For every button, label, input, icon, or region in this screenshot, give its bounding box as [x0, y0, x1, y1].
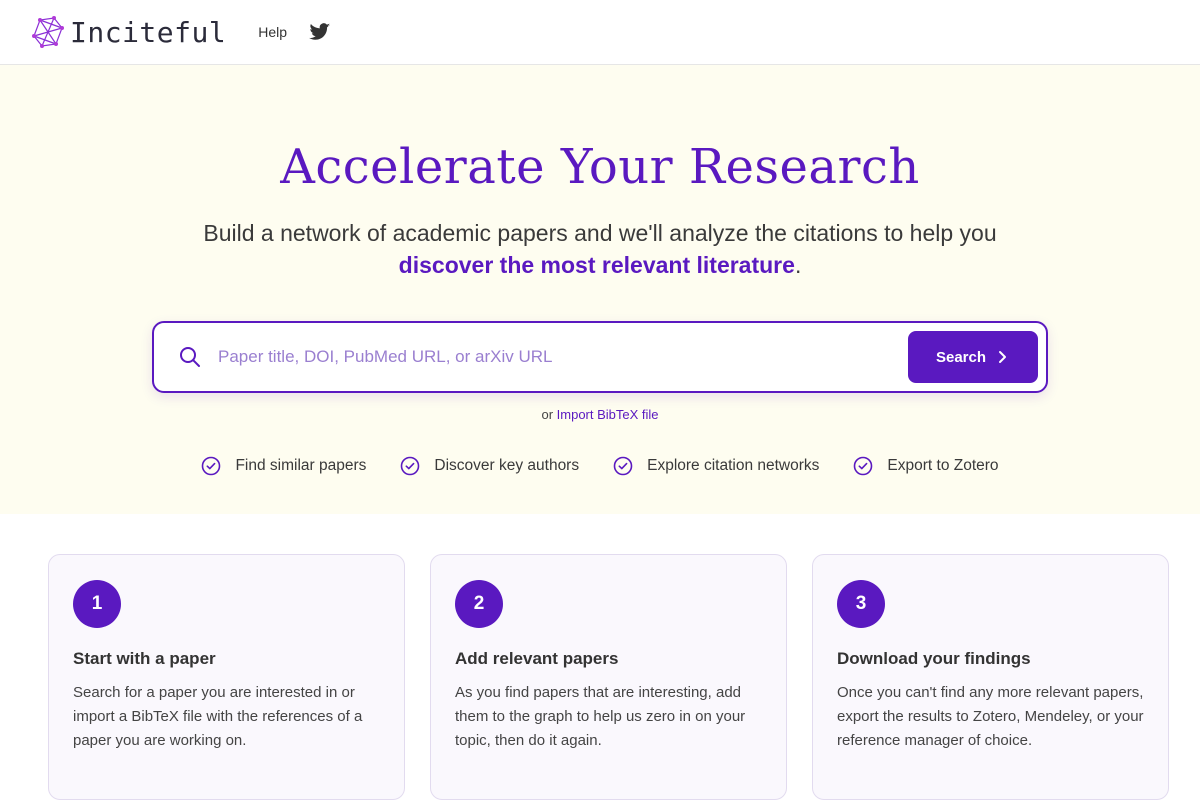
step-card: 3 Download your findings Once you can't …	[812, 554, 1169, 800]
top-navbar: Inciteful Help	[0, 0, 1200, 65]
feature-label: Discover key authors	[434, 457, 580, 474]
step-number-badge: 3	[837, 580, 885, 628]
subtitle-text: Build a network of academic papers and w…	[203, 220, 997, 246]
twitter-icon[interactable]	[309, 21, 331, 43]
search-icon	[180, 347, 200, 367]
check-circle-icon	[854, 456, 873, 476]
feature-label: Explore citation networks	[647, 457, 820, 474]
search-bar: Search	[152, 321, 1048, 393]
step-description: As you find papers that are interesting,…	[455, 684, 746, 749]
search-button[interactable]: Search	[908, 331, 1038, 383]
feature-list: Find similar papers Discover key authors…	[0, 456, 1200, 476]
page-title: Accelerate Your Research	[280, 139, 920, 195]
step-title: Start with a paper	[73, 649, 216, 668]
step-description: Search for a paper you are interested in…	[73, 684, 363, 749]
brand-name: Inciteful	[70, 15, 227, 49]
check-circle-icon	[401, 456, 420, 476]
import-bibtex-link[interactable]: Import BibTeX file	[557, 407, 659, 422]
subtitle-end: .	[794, 252, 802, 278]
subtitle-emphasis: discover the most relevant literature	[398, 252, 795, 278]
step-number-badge: 1	[73, 580, 121, 628]
import-line: or Import BibTeX file	[0, 407, 1200, 422]
search-button-label: Search	[935, 348, 987, 366]
feature-label: Find similar papers	[235, 457, 367, 474]
hero-section: Accelerate Your Research Build a network…	[0, 65, 1200, 514]
step-card: 1 Start with a paper Search for a paper …	[48, 554, 405, 800]
import-prefix: or	[541, 407, 554, 422]
check-circle-icon	[613, 456, 633, 476]
search-input[interactable]	[218, 347, 908, 367]
feature-item: Discover key authors	[400, 456, 579, 476]
feature-item: Find similar papers	[201, 456, 366, 476]
network-logo-icon	[32, 16, 64, 48]
step-title: Download your findings	[837, 649, 1031, 668]
step-title: Add relevant papers	[455, 649, 619, 668]
hero-subtitle: Build a network of academic papers and w…	[200, 217, 1000, 281]
chevron-right-icon	[999, 351, 1007, 363]
step-card: 2 Add relevant papers As you find papers…	[430, 554, 787, 800]
feature-item: Export to Zotero	[853, 456, 999, 476]
step-number-badge: 2	[455, 580, 503, 628]
feature-item: Explore citation networks	[613, 456, 819, 476]
check-circle-icon	[202, 456, 221, 476]
feature-label: Export to Zotero	[887, 457, 999, 474]
step-description: Once you can't find any more relevant pa…	[837, 684, 1144, 749]
brand-logo-link[interactable]: Inciteful	[30, 14, 226, 50]
nav-help-link[interactable]: Help	[258, 24, 287, 40]
steps-section: 1 Start with a paper Search for a paper …	[0, 514, 1200, 800]
